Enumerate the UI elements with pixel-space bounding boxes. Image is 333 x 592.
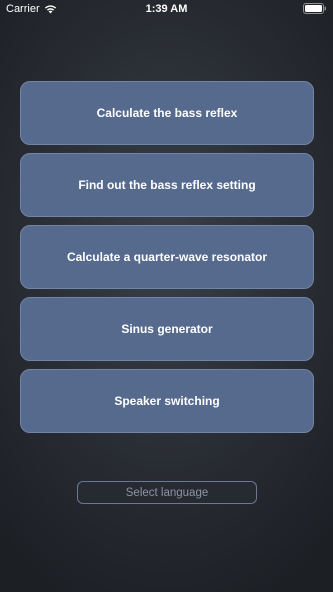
sinus-generator-button[interactable]: Sinus generator	[20, 297, 314, 361]
calculate-bass-reflex-button[interactable]: Calculate the bass reflex	[20, 81, 314, 145]
status-bar: Carrier 1:39 AM	[0, 0, 333, 18]
select-language-label: Select language	[125, 486, 209, 499]
main-menu: Calculate the bass reflex Find out the b…	[20, 81, 314, 441]
select-language-button[interactable]: Select language	[77, 481, 257, 504]
battery-icon	[303, 3, 326, 14]
speaker-switching-button[interactable]: Speaker switching	[20, 369, 314, 433]
bass-reflex-setting-button[interactable]: Find out the bass reflex setting	[20, 153, 314, 217]
status-time: 1:39 AM	[145, 3, 188, 15]
quarter-wave-resonator-button[interactable]: Calculate a quarter-wave resonator	[20, 225, 314, 289]
